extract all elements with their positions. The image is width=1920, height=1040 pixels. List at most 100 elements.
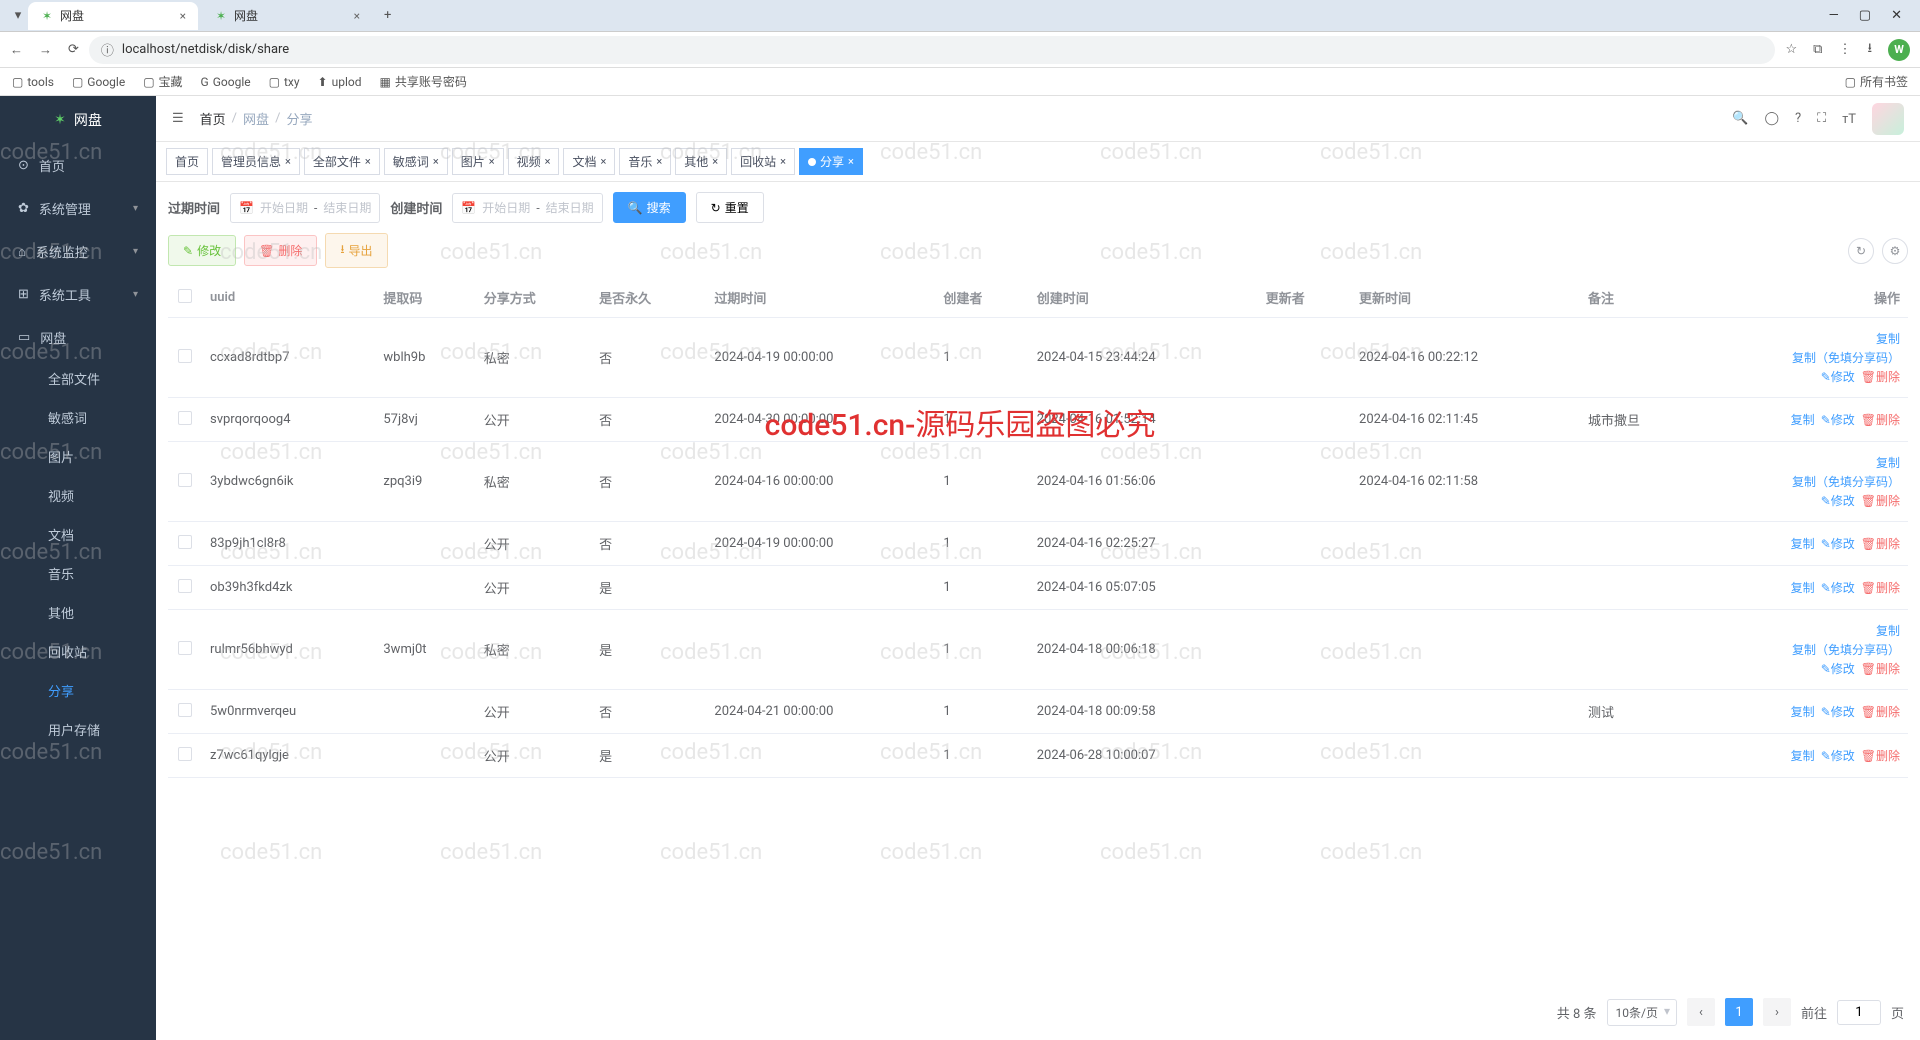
goto-input[interactable] [1837,1000,1881,1025]
next-page-button[interactable]: › [1763,998,1791,1026]
page-tab[interactable]: 管理员信息× [212,148,300,175]
delete-button[interactable]: 🗑 删除 [244,235,317,266]
edit-link[interactable]: ✎修改 [1821,747,1855,764]
expire-date-range[interactable]: 📅 开始日期 - 结束日期 [230,193,380,223]
sidebar-sub-item[interactable]: 分享 [0,671,156,710]
page-tab[interactable]: 其他× [675,148,727,175]
bookmark-item[interactable]: ▢ tools [12,75,54,89]
copy-nocode-link[interactable]: 复制（免填分享码） [1792,473,1900,490]
browser-tab-active[interactable]: ✶ 网盘 × [28,2,198,30]
delete-link[interactable]: 🗑删除 [1861,579,1900,596]
search-icon[interactable]: 🔍 [1732,111,1748,126]
page-tab[interactable]: 全部文件× [304,148,380,175]
page-size-select[interactable]: 10条/页 [1607,999,1677,1026]
close-tab-icon[interactable]: × [656,155,662,168]
sidebar-item[interactable]: ✿系统管理▾ [0,187,156,230]
back-icon[interactable]: ← [10,42,23,58]
copy-nocode-link[interactable]: 复制（免填分享码） [1792,641,1900,658]
edit-link[interactable]: ✎修改 [1821,660,1855,677]
page-tab[interactable]: 音乐× [619,148,671,175]
bookmark-item[interactable]: ⬆ uplod [318,75,362,89]
row-checkbox[interactable] [178,349,192,363]
row-checkbox[interactable] [178,641,192,655]
close-tab-icon[interactable]: × [365,155,371,168]
page-tab[interactable]: 文档× [563,148,615,175]
reload-icon[interactable]: ⟳ [68,42,79,58]
close-window-icon[interactable]: ✕ [1891,8,1902,23]
sidebar-sub-item[interactable]: 音乐 [0,554,156,593]
reset-button[interactable]: ↻ 重置 [696,192,764,223]
delete-link[interactable]: 🗑删除 [1861,368,1900,385]
extensions-icon[interactable]: ⧉ [1813,42,1822,57]
sidebar-sub-item[interactable]: 其他 [0,593,156,632]
edit-link[interactable]: ✎修改 [1821,579,1855,596]
row-checkbox[interactable] [178,579,192,593]
delete-link[interactable]: 🗑删除 [1861,660,1900,677]
breadcrumb-item[interactable]: 网盘 [243,109,269,128]
close-tab-icon[interactable]: × [545,155,551,168]
column-settings-button[interactable]: ⚙ [1882,238,1908,264]
bookmark-item[interactable]: ▢ Google [72,75,125,89]
close-tab-icon[interactable]: × [848,155,854,168]
select-all-checkbox[interactable] [178,289,192,303]
copy-link[interactable]: 复制 [1791,535,1815,552]
font-size-icon[interactable]: ᴛT [1842,111,1856,127]
hamburger-icon[interactable]: ☰ [172,111,184,126]
page-tab[interactable]: 图片× [452,148,504,175]
copy-link[interactable]: 复制 [1876,454,1900,471]
sidebar-sub-item[interactable]: 回收站 [0,632,156,671]
row-checkbox[interactable] [178,703,192,717]
prev-page-button[interactable]: ‹ [1687,998,1715,1026]
edit-link[interactable]: ✎修改 [1821,535,1855,552]
page-tab[interactable]: 视频× [508,148,560,175]
copy-link[interactable]: 复制 [1791,579,1815,596]
edit-link[interactable]: ✎修改 [1821,368,1855,385]
minimize-icon[interactable]: — [1829,8,1839,23]
row-checkbox[interactable] [178,473,192,487]
edit-button[interactable]: ✎ 修改 [168,235,236,266]
sidebar-sub-item[interactable]: 文档 [0,515,156,554]
fullscreen-icon[interactable]: ⛶ [1817,111,1826,126]
copy-link[interactable]: 复制 [1876,330,1900,347]
copy-link[interactable]: 复制 [1791,703,1815,720]
star-icon[interactable]: ☆ [1785,42,1797,57]
bookmark-item[interactable]: ▢ 宝藏 [143,73,182,90]
bookmark-item[interactable]: G Google [201,75,251,89]
close-icon[interactable]: × [354,9,360,23]
copy-link[interactable]: 复制 [1791,411,1815,428]
close-tab-icon[interactable]: × [489,155,495,168]
close-tab-icon[interactable]: × [780,155,786,168]
delete-link[interactable]: 🗑删除 [1861,747,1900,764]
sidebar-sub-item[interactable]: 视频 [0,476,156,515]
sidebar-sub-item[interactable]: 图片 [0,437,156,476]
help-icon[interactable]: ? [1795,111,1801,126]
edit-link[interactable]: ✎修改 [1821,703,1855,720]
close-tab-icon[interactable]: × [600,155,606,168]
bookmark-item[interactable]: ▦ 共享账号密码 [379,73,466,90]
page-tab[interactable]: 分享× [799,148,863,175]
delete-link[interactable]: 🗑删除 [1861,535,1900,552]
page-tab[interactable]: 首页 [166,148,208,175]
sidebar-sub-item[interactable]: 用户存储 [0,710,156,749]
create-date-range[interactable]: 📅 开始日期 - 结束日期 [452,193,602,223]
close-tab-icon[interactable]: × [285,155,291,168]
maximize-icon[interactable]: ▢ [1859,8,1871,23]
url-input[interactable]: ⓘ localhost/netdisk/disk/share [89,36,1776,64]
all-bookmarks[interactable]: ▢ 所有书签 [1845,73,1908,90]
sidebar-item[interactable]: ⊞系统工具▾ [0,273,156,316]
breadcrumb-item[interactable]: 首页 [200,109,226,128]
sidebar-sub-item[interactable]: 敏感词 [0,398,156,437]
new-tab-button[interactable]: + [376,4,399,27]
delete-link[interactable]: 🗑删除 [1861,492,1900,509]
site-info-icon[interactable]: ⓘ [101,40,114,59]
delete-link[interactable]: 🗑删除 [1861,703,1900,720]
close-tab-icon[interactable]: × [433,155,439,168]
delete-link[interactable]: 🗑删除 [1861,411,1900,428]
bookmark-item[interactable]: ▢ txy [269,75,300,89]
close-tab-icon[interactable]: × [712,155,718,168]
copy-link[interactable]: 复制 [1791,747,1815,764]
copy-nocode-link[interactable]: 复制（免填分享码） [1792,349,1900,366]
sidebar-item[interactable]: ▭网盘 [0,316,156,359]
sidebar-item[interactable]: ⊙首页 [0,144,156,187]
tab-dropdown-icon[interactable]: ▾ [8,8,28,23]
